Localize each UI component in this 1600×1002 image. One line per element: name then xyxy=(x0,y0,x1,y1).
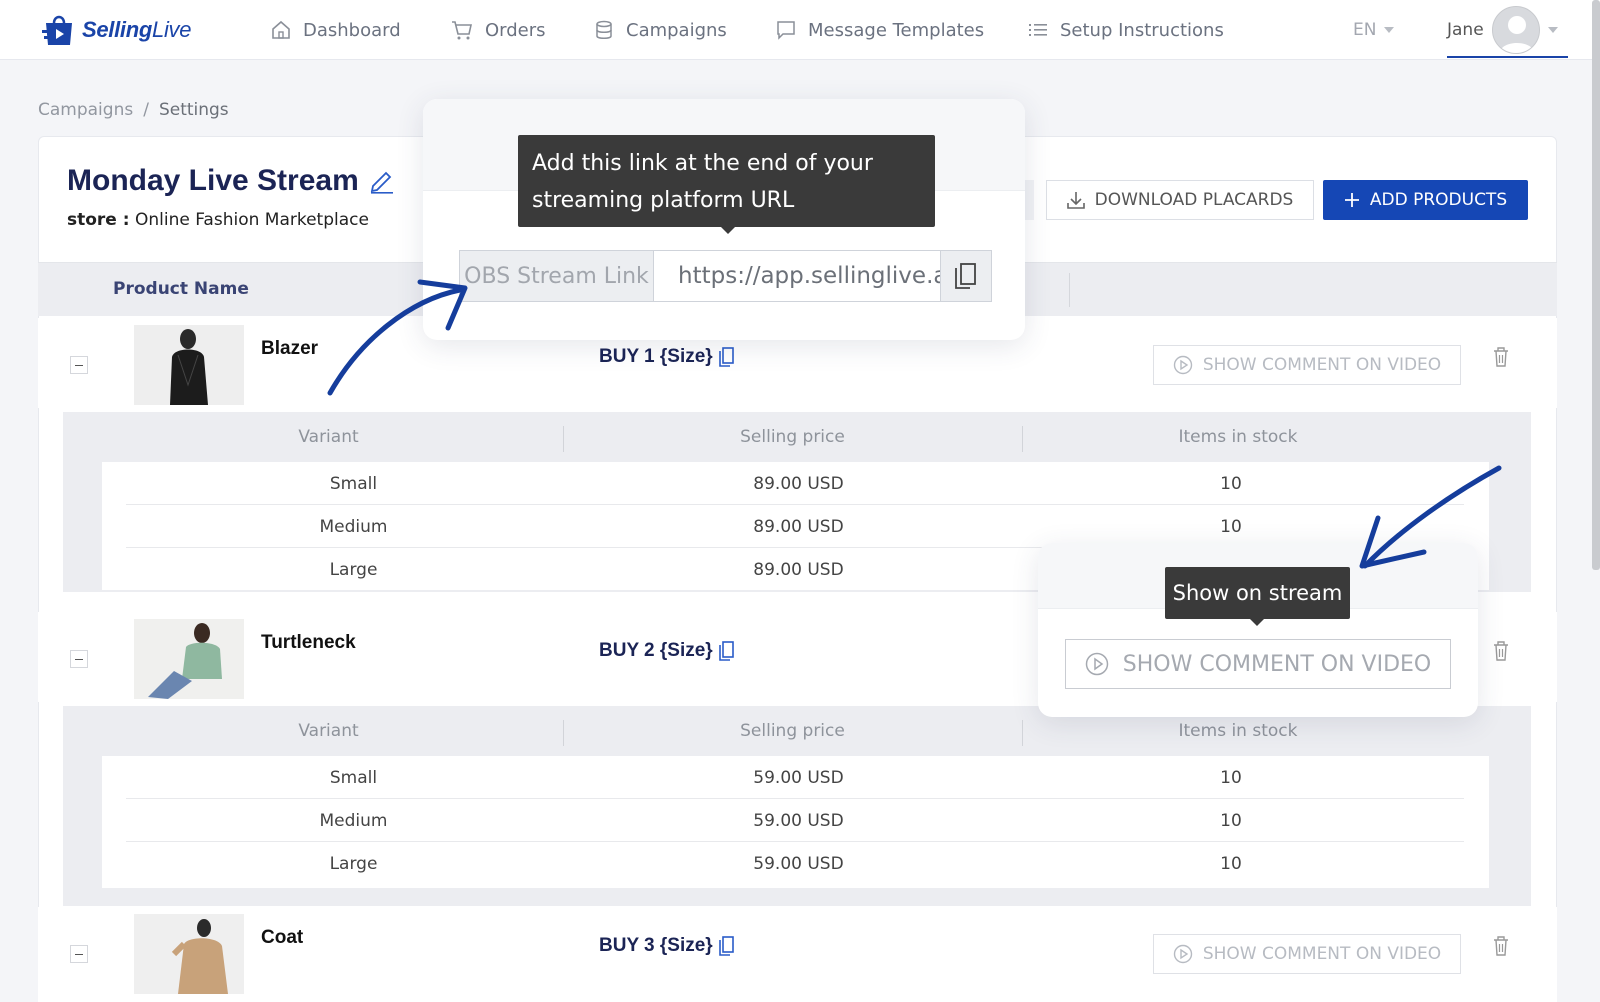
nav-dashboard[interactable]: Dashboard xyxy=(271,16,401,44)
cart-icon xyxy=(452,21,472,40)
product-name: Blazer xyxy=(261,338,319,359)
buy-keyword: BUY 2 {Size} xyxy=(599,640,735,662)
price-cell: 59.00 USD xyxy=(753,767,844,788)
product-name: Turtleneck xyxy=(261,632,356,653)
price-header: Selling price xyxy=(740,721,845,741)
store-info: store : Online Fashion Marketplace xyxy=(67,210,369,230)
variant-cell: Large xyxy=(329,559,378,580)
add-products-button[interactable]: ADD PRODUCTS xyxy=(1323,180,1528,220)
stock-cell: 10 xyxy=(1220,810,1242,831)
price-cell: 59.00 USD xyxy=(753,810,844,831)
stock-cell: 10 xyxy=(1220,853,1242,874)
variant-cell: Large xyxy=(329,853,378,874)
collapse-toggle[interactable] xyxy=(70,650,88,668)
buy-keyword: BUY 1 {Size} xyxy=(599,346,735,368)
top-navigation: SellingLive Dashboard Orders Campaigns M… xyxy=(0,0,1600,60)
database-icon xyxy=(596,20,612,39)
collapse-toggle[interactable] xyxy=(70,945,88,963)
home-icon xyxy=(272,20,290,39)
message-icon xyxy=(777,21,795,40)
trash-icon[interactable] xyxy=(1493,347,1509,367)
variant-row: Small 59.00 USD 10 xyxy=(126,756,1464,799)
variant-row: Small 89.00 USD 10 xyxy=(126,462,1464,505)
play-circle-icon xyxy=(1085,652,1109,676)
variant-row: Medium 89.00 USD 10 xyxy=(126,505,1464,548)
variant-cell: Small xyxy=(329,767,378,788)
price-cell: 89.00 USD xyxy=(753,516,844,537)
obs-stream-link-label: OBS Stream Link xyxy=(459,250,653,302)
nav-campaigns[interactable]: Campaigns xyxy=(594,16,727,44)
obs-stream-link-group: OBS Stream Link https://app.sellinglive.… xyxy=(459,250,992,302)
product-image-blazer xyxy=(134,325,244,405)
header-divider xyxy=(1069,273,1070,307)
copy-icon[interactable] xyxy=(718,641,735,661)
copy-icon[interactable] xyxy=(718,347,735,367)
trash-icon[interactable] xyxy=(1493,936,1509,956)
logo-text: SellingLive xyxy=(82,17,192,42)
product-name-header: Product Name xyxy=(113,279,249,299)
user-menu[interactable]: Jane xyxy=(1447,4,1568,58)
variant-cell: Medium xyxy=(319,810,388,831)
stock-cell: 10 xyxy=(1220,767,1242,788)
shopping-bag-icon xyxy=(42,15,72,45)
variant-header: Variant xyxy=(298,721,359,741)
plus-icon xyxy=(1344,193,1359,207)
obs-link-tooltip: Add this link at the end of your streami… xyxy=(518,135,935,234)
product-image-turtleneck xyxy=(134,619,244,699)
show-comment-button[interactable]: SHOW COMMENT ON VIDEO xyxy=(1153,345,1461,385)
stock-cell: 10 xyxy=(1220,473,1242,494)
copy-icon[interactable] xyxy=(718,936,735,956)
caret-down-icon xyxy=(1384,27,1395,33)
avatar xyxy=(1491,6,1540,54)
variant-table-turtleneck: Variant Selling price Items in stock Sma… xyxy=(63,706,1531,906)
page-scrollbar[interactable] xyxy=(1592,0,1600,570)
variant-rows: Small 59.00 USD 10 Medium 59.00 USD 10 L… xyxy=(102,756,1489,888)
product-row-coat: Coat BUY 3 {Size} SHOW COMMENT ON VIDEO xyxy=(38,907,1557,1002)
nav-setup-instructions[interactable]: Setup Instructions xyxy=(1028,16,1224,44)
breadcrumb-campaigns[interactable]: Campaigns xyxy=(38,100,133,120)
product-name: Coat xyxy=(261,927,304,948)
copy-link-button[interactable] xyxy=(941,250,992,302)
user-name: Jane xyxy=(1447,20,1484,40)
show-comment-button[interactable]: SHOW COMMENT ON VIDEO xyxy=(1153,934,1461,974)
caret-down-icon xyxy=(1547,27,1558,33)
download-placards-button[interactable]: DOWNLOAD PLACARDS xyxy=(1046,180,1314,220)
variant-header: Variant xyxy=(298,427,359,447)
collapse-toggle[interactable] xyxy=(70,356,88,374)
price-header: Selling price xyxy=(740,427,845,447)
play-circle-icon xyxy=(1173,944,1193,964)
breadcrumb-settings: Settings xyxy=(158,100,229,120)
nav-message-templates[interactable]: Message Templates xyxy=(776,16,984,44)
copy-icon xyxy=(955,263,976,289)
price-cell: 89.00 USD xyxy=(753,559,844,580)
show-comment-on-video-button[interactable]: SHOW COMMENT ON VIDEO xyxy=(1065,639,1451,689)
edit-icon[interactable] xyxy=(369,168,395,194)
product-image-coat xyxy=(134,914,244,994)
price-cell: 59.00 USD xyxy=(753,853,844,874)
page-title: Monday Live Stream xyxy=(67,164,395,198)
download-icon xyxy=(1066,192,1085,209)
nav-orders[interactable]: Orders xyxy=(451,16,546,44)
variant-cell: Medium xyxy=(319,516,388,537)
breadcrumb: Campaigns / Settings xyxy=(38,100,229,120)
variant-row: Large 59.00 USD 10 xyxy=(126,842,1464,885)
price-cell: 89.00 USD xyxy=(753,473,844,494)
breadcrumb-separator: / xyxy=(143,100,149,120)
variant-cell: Small xyxy=(329,473,378,494)
selling-live-logo[interactable]: SellingLive xyxy=(42,12,192,48)
stock-header: Items in stock xyxy=(1178,427,1298,447)
list-icon xyxy=(1029,24,1047,36)
variant-row: Medium 59.00 USD 10 xyxy=(126,799,1464,842)
stock-cell: 10 xyxy=(1220,516,1242,537)
buy-keyword: BUY 3 {Size} xyxy=(599,935,735,957)
show-on-stream-tooltip: Show on stream xyxy=(1165,567,1350,626)
play-circle-icon xyxy=(1173,355,1193,375)
obs-stream-link-input[interactable]: https://app.sellinglive.a xyxy=(653,250,941,302)
trash-icon[interactable] xyxy=(1493,641,1509,661)
language-selector[interactable]: EN xyxy=(1353,16,1395,44)
